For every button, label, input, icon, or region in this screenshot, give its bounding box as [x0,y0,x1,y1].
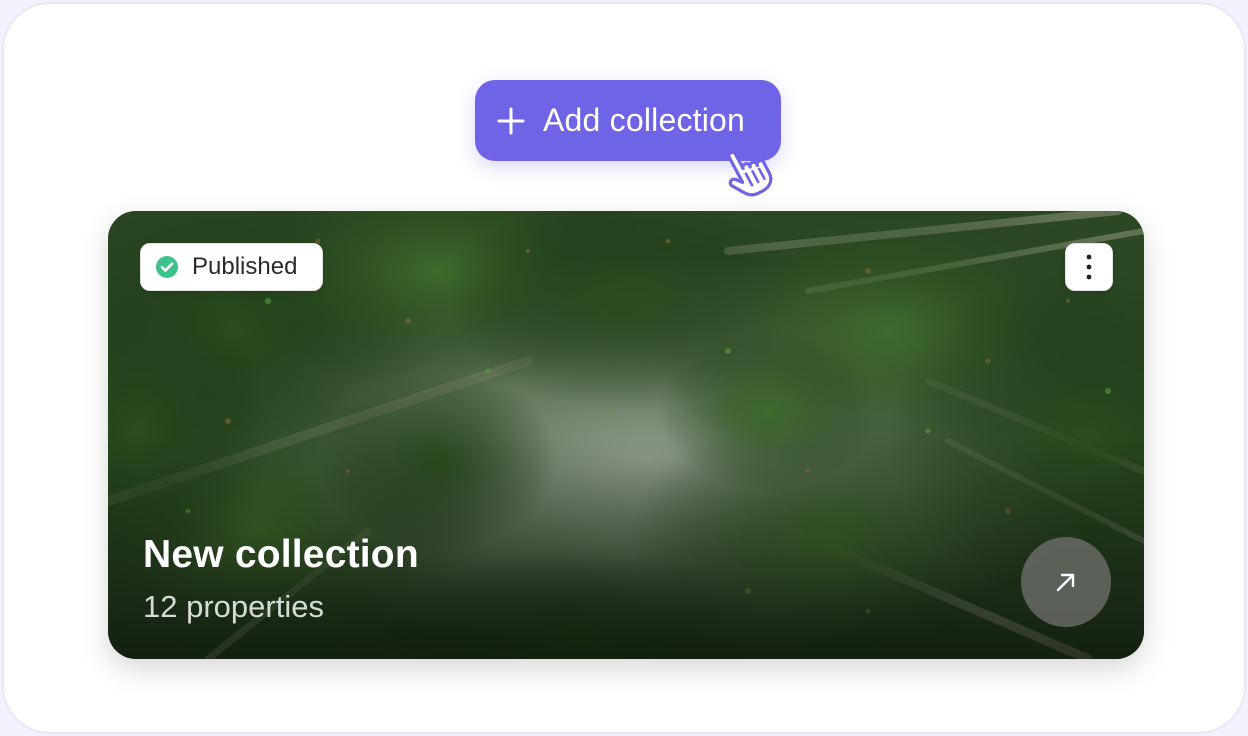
kebab-icon [1086,254,1092,280]
card-menu-button[interactable] [1065,243,1113,291]
status-label: Published [192,253,298,280]
arrow-up-right-icon [1056,573,1075,592]
open-collection-button[interactable] [1021,537,1111,627]
collection-title: New collection [143,533,419,576]
check-circle-icon [156,256,178,278]
add-collection-label: Add collection [543,102,746,138]
status-badge: Published [140,243,323,291]
canvas-frame: Add collection Published New collection … [2,2,1246,734]
hand-pointer-icon [727,150,773,197]
collection-card[interactable]: Published New collection 12 properties [108,211,1144,659]
collection-subtitle: 12 properties [143,589,324,624]
plus-icon [497,107,525,134]
